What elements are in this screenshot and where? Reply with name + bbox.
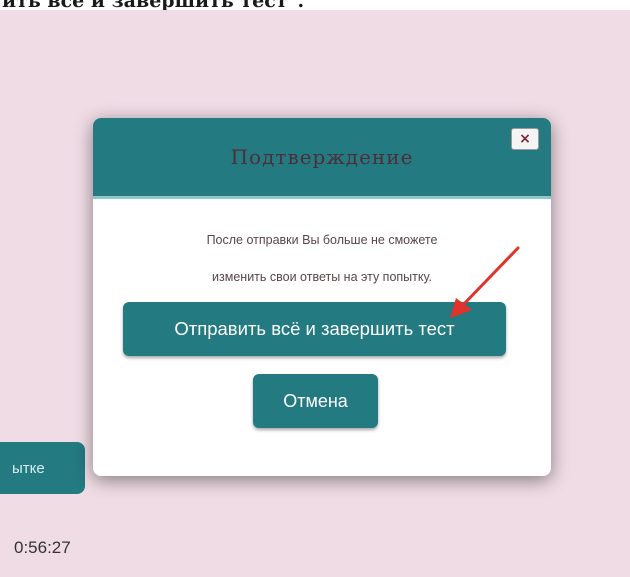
cancel-button[interactable]: Отмена <box>253 374 378 428</box>
timer: 0:56:27 <box>14 538 71 557</box>
close-button[interactable]: × <box>511 128 539 150</box>
dialog-header: Подтверждение × <box>93 118 551 199</box>
dialog-message-line-1: После отправки Вы больше не сможете <box>206 233 438 247</box>
submit-all-button[interactable]: Отправить всё и завершить тест <box>123 302 506 356</box>
confirmation-dialog: Подтверждение × После отправки Вы больше… <box>93 118 551 476</box>
cancel-button-label: Отмена <box>283 390 348 411</box>
dialog-title: Подтверждение <box>230 145 414 169</box>
close-icon: × <box>519 131 531 147</box>
dialog-message-line-2: изменить свои ответы на эту попытку. <box>212 270 432 284</box>
submit-all-button-label: Отправить всё и завершить тест <box>174 318 455 339</box>
attempt-side-button-label: ытке <box>12 459 45 477</box>
attempt-side-button[interactable]: ытке <box>0 442 85 494</box>
